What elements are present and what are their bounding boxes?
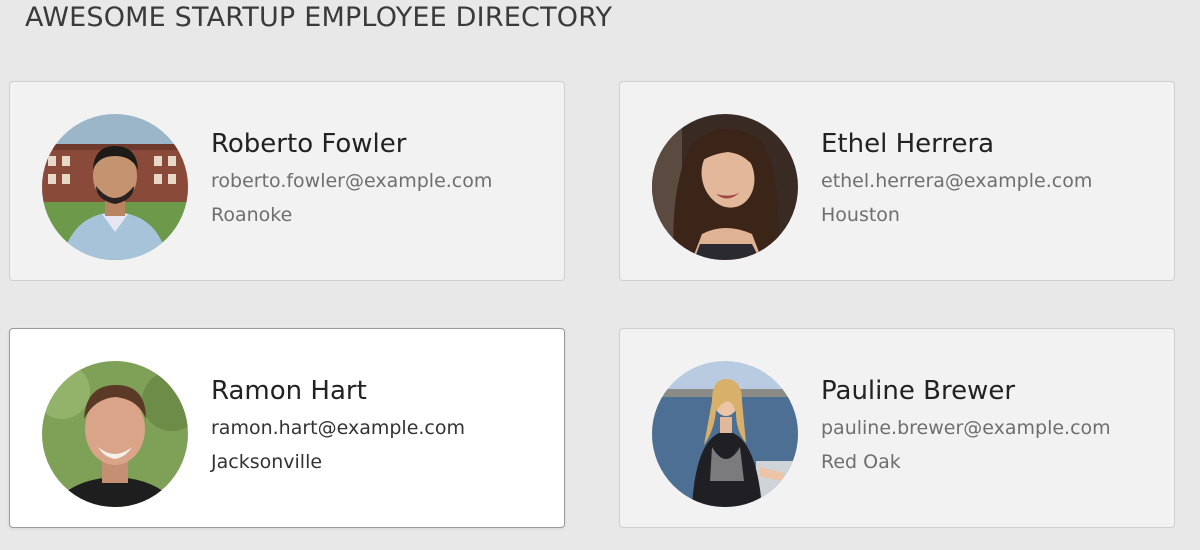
page-title: AWESOME STARTUP EMPLOYEE DIRECTORY [25,2,613,33]
employee-name: Ramon Hart [211,376,367,406]
employee-info: Ramon Hart ramon.hart@example.com Jackso… [211,375,465,474]
employee-email: ramon.hart@example.com [211,417,466,439]
employee-info: Pauline Brewer pauline.brewer@example.co… [821,375,1111,474]
employee-info: Roberto Fowler roberto.fowler@example.co… [211,128,492,227]
employee-avatar [652,361,798,507]
employee-email: roberto.fowler@example.com [211,170,493,192]
employee-card[interactable]: Pauline Brewer pauline.brewer@example.co… [619,328,1175,528]
employee-avatar [42,114,188,260]
employee-avatar [652,114,798,260]
employee-city: Houston [821,204,900,226]
employee-info: Ethel Herrera ethel.herrera@example.com … [821,128,1092,227]
employee-city: Red Oak [821,451,901,473]
employee-email: ethel.herrera@example.com [821,170,1093,192]
employee-name: Ethel Herrera [821,129,995,159]
employee-name: Roberto Fowler [211,129,407,159]
employee-name: Pauline Brewer [821,376,1016,406]
employee-card[interactable]: Ethel Herrera ethel.herrera@example.com … [619,81,1175,281]
employee-city: Roanoke [211,204,293,226]
employee-avatar [42,361,188,507]
employee-city: Jacksonville [211,451,323,473]
employee-card-selected[interactable]: Ramon Hart ramon.hart@example.com Jackso… [9,328,565,528]
employee-email: pauline.brewer@example.com [821,417,1111,439]
employee-directory-page: AWESOME STARTUP EMPLOYEE DIRECTORY Rober… [0,0,1200,550]
employee-card[interactable]: Roberto Fowler roberto.fowler@example.co… [9,81,565,281]
